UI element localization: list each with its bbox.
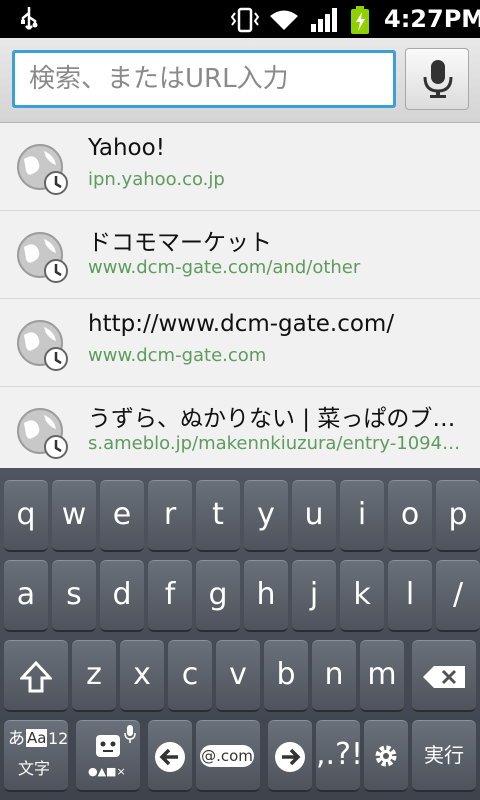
suggestion-title: ドコモマーケット <box>88 230 272 256</box>
suggestion-title: うずら、ぬかりない | 菜っぱのブ… <box>88 406 456 432</box>
list-item[interactable]: http://www.dcm-gate.com/ www.dcm-gate.co… <box>0 299 480 387</box>
suggestion-url: ipn.yahoo.co.jp <box>88 169 225 190</box>
url-bar: 検索、またはURL入力 <box>0 38 480 123</box>
key-r[interactable]: r <box>148 480 192 552</box>
mode-alpha: Aa <box>26 729 48 747</box>
mode-number: 12 <box>48 729 69 748</box>
history-globe-icon <box>16 231 70 289</box>
key-y[interactable]: y <box>244 480 288 552</box>
emoji-face-icon <box>96 735 120 757</box>
key-f[interactable]: f <box>148 560 192 632</box>
history-globe-icon <box>16 143 70 201</box>
vibrate-icon <box>230 7 260 37</box>
emoji-key[interactable]: ●▲■× <box>76 720 140 792</box>
suggestion-url: www.dcm-gate.com <box>88 345 267 366</box>
status-bar: 4:27PM <box>0 0 480 38</box>
right-arrow-key[interactable] <box>268 720 312 792</box>
dotcom-label: @.com <box>200 745 254 767</box>
soft-keyboard: q w e r t y u i o p a s d f g h j k l / … <box>0 468 480 800</box>
mode-label: 文字 <box>18 759 51 778</box>
input-mode-key[interactable]: あ Aa 12 文字 <box>4 720 68 792</box>
list-item[interactable]: うずら、ぬかりない | 菜っぱのブ… s.ameblo.jp/makennkiu… <box>0 387 480 474</box>
emoji-sub-label: ●▲■× <box>88 765 126 778</box>
key-m[interactable]: m <box>360 640 404 712</box>
key-t[interactable]: t <box>196 480 240 552</box>
suggestion-title: Yahoo! <box>88 135 165 161</box>
key-q[interactable]: q <box>4 480 48 552</box>
settings-key[interactable] <box>364 720 408 792</box>
list-item[interactable]: Yahoo! ipn.yahoo.co.jp <box>0 123 480 211</box>
microphone-icon <box>423 60 453 98</box>
key-k[interactable]: k <box>340 560 384 632</box>
key-j[interactable]: j <box>292 560 336 632</box>
key-n[interactable]: n <box>312 640 356 712</box>
shift-arrow-icon <box>20 661 52 693</box>
left-arrow-icon <box>155 742 185 772</box>
dotcom-key[interactable]: @.com <box>196 720 260 792</box>
key-i[interactable]: i <box>340 480 384 552</box>
key-x[interactable]: x <box>120 640 164 712</box>
left-arrow-key[interactable] <box>148 720 192 792</box>
usb-icon <box>18 5 40 37</box>
mic-small-icon <box>124 725 136 743</box>
key-d[interactable]: d <box>100 560 144 632</box>
suggestion-url: s.ameblo.jp/makennkiuzura/entry-1094… <box>88 433 461 454</box>
key-g[interactable]: g <box>196 560 240 632</box>
punctuation-key[interactable]: ,.?! <box>316 720 363 792</box>
mode-hiragana: あ <box>8 729 25 749</box>
key-w[interactable]: w <box>52 480 96 552</box>
key-o[interactable]: o <box>388 480 432 552</box>
key-l[interactable]: l <box>388 560 432 632</box>
key-slash[interactable]: / <box>436 560 480 632</box>
suggestion-url: www.dcm-gate.com/and/other <box>88 257 361 278</box>
gear-icon <box>375 745 397 767</box>
clock: 4:27PM <box>384 5 480 33</box>
history-globe-icon <box>16 407 70 465</box>
history-globe-icon <box>16 319 70 377</box>
key-u[interactable]: u <box>292 480 336 552</box>
key-a[interactable]: a <box>4 560 48 632</box>
suggestion-list: Yahoo! ipn.yahoo.co.jp ドコモマーケット www.dcm-… <box>0 123 480 468</box>
key-e[interactable]: e <box>100 480 144 552</box>
key-v[interactable]: v <box>216 640 260 712</box>
wifi-icon <box>268 8 300 36</box>
key-h[interactable]: h <box>244 560 288 632</box>
voice-search-button[interactable] <box>405 48 469 110</box>
battery-charging-icon <box>350 6 370 38</box>
signal-icon <box>310 8 338 36</box>
right-arrow-icon <box>275 742 305 772</box>
search-input[interactable]: 検索、またはURL入力 <box>12 50 396 108</box>
suggestion-title: http://www.dcm-gate.com/ <box>88 311 395 337</box>
enter-key[interactable]: 実行 <box>412 720 476 792</box>
backspace-icon <box>423 666 465 688</box>
key-s[interactable]: s <box>52 560 96 632</box>
key-b[interactable]: b <box>264 640 308 712</box>
key-z[interactable]: z <box>72 640 116 712</box>
key-c[interactable]: c <box>168 640 212 712</box>
list-item[interactable]: ドコモマーケット www.dcm-gate.com/and/other <box>0 211 480 299</box>
backspace-key[interactable] <box>412 640 476 712</box>
key-p[interactable]: p <box>436 480 480 552</box>
shift-key[interactable] <box>4 640 68 712</box>
